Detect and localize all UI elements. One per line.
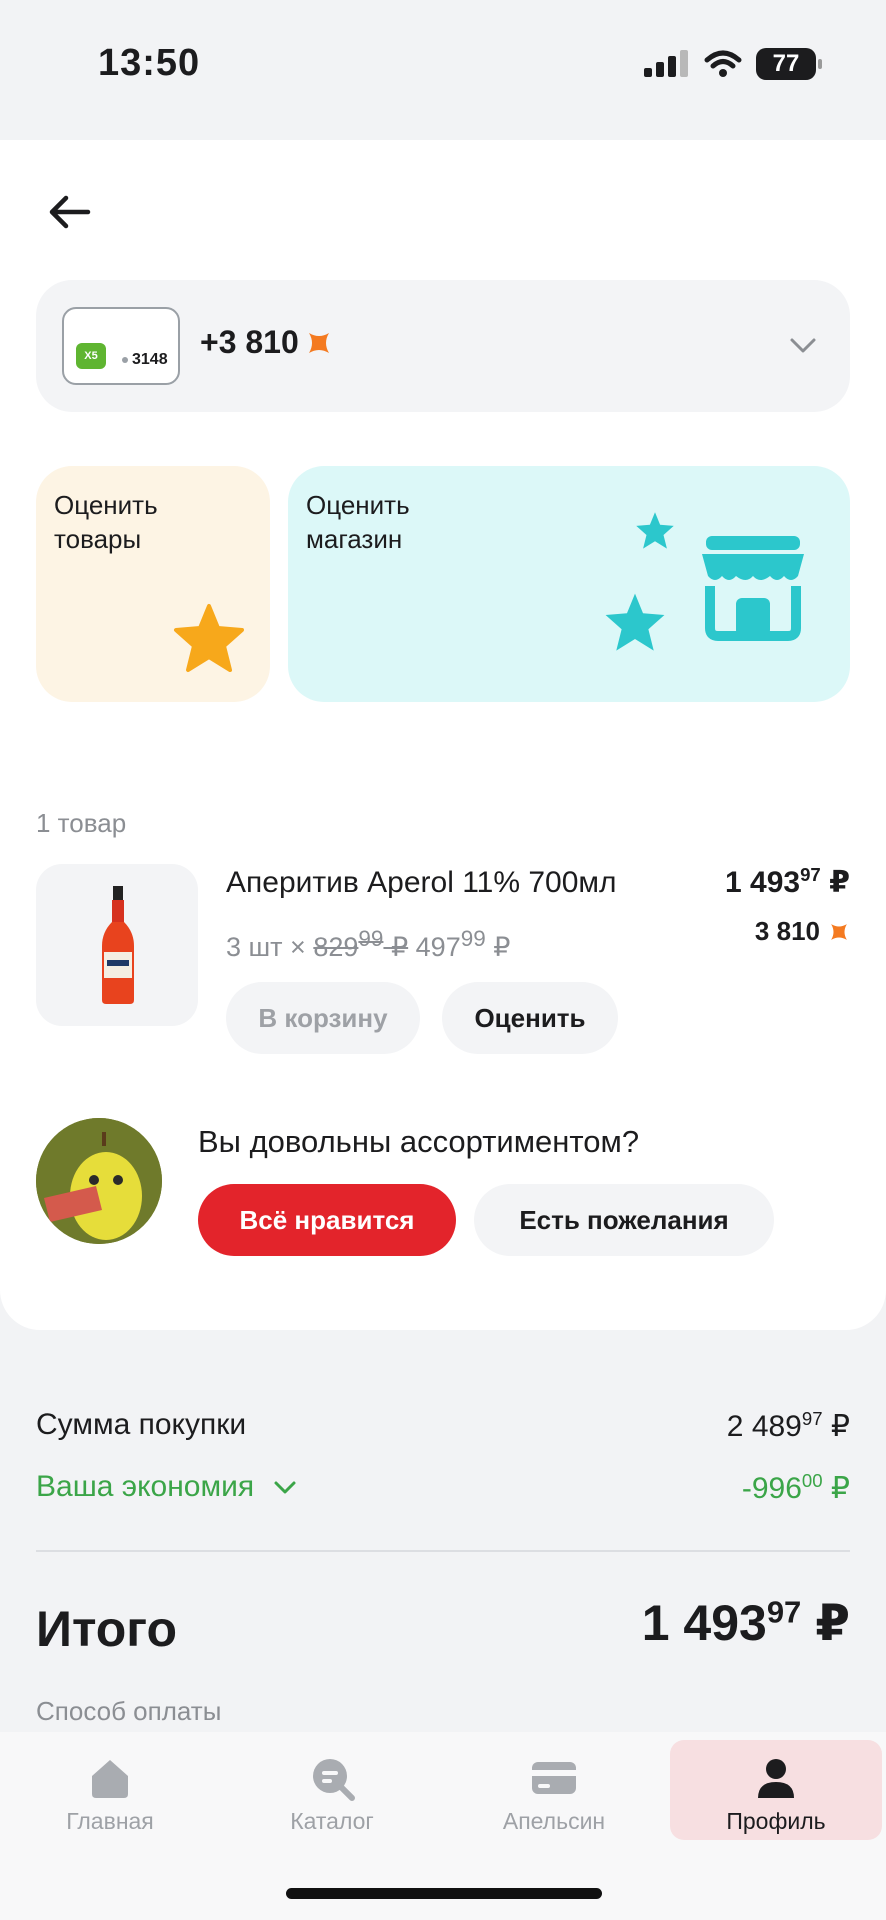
status-bar: 13:50 77	[0, 0, 886, 140]
add-to-cart-button[interactable]: В корзину	[226, 982, 420, 1054]
card-number: 3148	[122, 351, 168, 369]
points-value: +3 810	[200, 324, 299, 360]
purchase-sum-value: 2 48997 ₽	[726, 1408, 850, 1443]
purchase-sum-label: Сумма покупки	[36, 1408, 247, 1441]
product-image[interactable]	[36, 864, 198, 1026]
tab-profile-label: Профиль	[726, 1808, 826, 1834]
feedback-question: Вы довольны ассортиментом?	[198, 1124, 640, 1159]
have-wishes-button[interactable]: Есть пожелания	[474, 1184, 774, 1256]
status-time: 13:50	[98, 42, 201, 84]
tab-profile[interactable]: Профиль	[670, 1740, 882, 1840]
items-count: 1 товар	[36, 808, 127, 838]
wifi-icon	[704, 50, 742, 77]
battery-indicator: 77	[756, 48, 822, 80]
rate-goods-label: Оценить товары	[54, 490, 158, 554]
tab-card[interactable]: Апельсин	[448, 1740, 660, 1840]
points-earned: +3 810	[200, 324, 333, 361]
x5-logo: X5	[76, 343, 106, 369]
arrow-left-icon	[49, 195, 91, 229]
product-name[interactable]: Аперитив Aperol 11% 700мл	[226, 866, 617, 900]
back-button[interactable]	[40, 182, 100, 242]
chevron-down-icon	[274, 1481, 296, 1494]
product-points: 3 810	[755, 916, 850, 947]
tab-home[interactable]: Главная	[4, 1740, 216, 1840]
total-value: 1 49397 ₽	[641, 1594, 850, 1651]
aperol-bottle-icon	[102, 886, 134, 1004]
payment-method-label: Способ оплаты	[36, 1696, 222, 1726]
savings-value: -99600 ₽	[741, 1470, 850, 1505]
purchase-sum-row: Сумма покупки 2 48997 ₽	[36, 1408, 850, 1444]
points-x-icon	[831, 923, 847, 940]
status-icons: 77	[644, 48, 822, 80]
pear-mascot-icon	[36, 1118, 162, 1244]
star-small-icon	[636, 512, 674, 549]
rate-product-button[interactable]: Оценить	[442, 982, 618, 1054]
savings-label: Ваша экономия	[36, 1470, 298, 1506]
loyalty-card-thumb: X5 3148	[62, 307, 180, 385]
star-icon	[174, 604, 244, 672]
loyalty-card-row[interactable]: X5 3148 +3 810	[36, 280, 850, 412]
star-large-icon	[605, 593, 665, 651]
total-label: Итого	[36, 1601, 178, 1657]
home-icon	[92, 1760, 128, 1798]
product-total-price: 1 49397 ₽	[725, 864, 850, 899]
product-old-price: 82999 ₽	[313, 926, 409, 962]
points-x-icon	[308, 332, 329, 353]
savings-row[interactable]: Ваша экономия -99600 ₽	[36, 1470, 850, 1506]
chevron-down-icon[interactable]	[786, 328, 820, 362]
rate-shop-tile[interactable]: Оценить магазин	[288, 466, 850, 702]
store-icon	[702, 536, 804, 641]
cellular-signal-icon	[644, 50, 688, 77]
mascot-avatar	[36, 1118, 162, 1244]
rate-shop-label: Оценить магазин	[306, 490, 410, 554]
rate-goods-tile[interactable]: Оценить товары	[36, 466, 270, 702]
product-qty: 3 шт ×	[226, 932, 306, 962]
tab-card-label: Апельсин	[502, 1808, 606, 1834]
catalog-search-icon	[313, 1759, 355, 1801]
tab-catalog-label: Каталог	[290, 1808, 374, 1834]
product-unit-price: 49799 ₽	[415, 926, 511, 962]
product-quantity-price: 3 шт × 82999 ₽ 49799 ₽	[226, 926, 510, 963]
home-indicator	[286, 1888, 602, 1899]
summary-divider	[36, 1550, 850, 1552]
profile-icon	[758, 1759, 794, 1798]
tab-catalog[interactable]: Каталог	[226, 1740, 438, 1840]
card-icon	[532, 1762, 576, 1794]
order-details-sheet: X5 3148 +3 810 Оценить товары Оценить ма…	[0, 140, 886, 1330]
all-good-button[interactable]: Всё нравится	[198, 1184, 456, 1256]
tab-home-label: Главная	[66, 1808, 154, 1834]
